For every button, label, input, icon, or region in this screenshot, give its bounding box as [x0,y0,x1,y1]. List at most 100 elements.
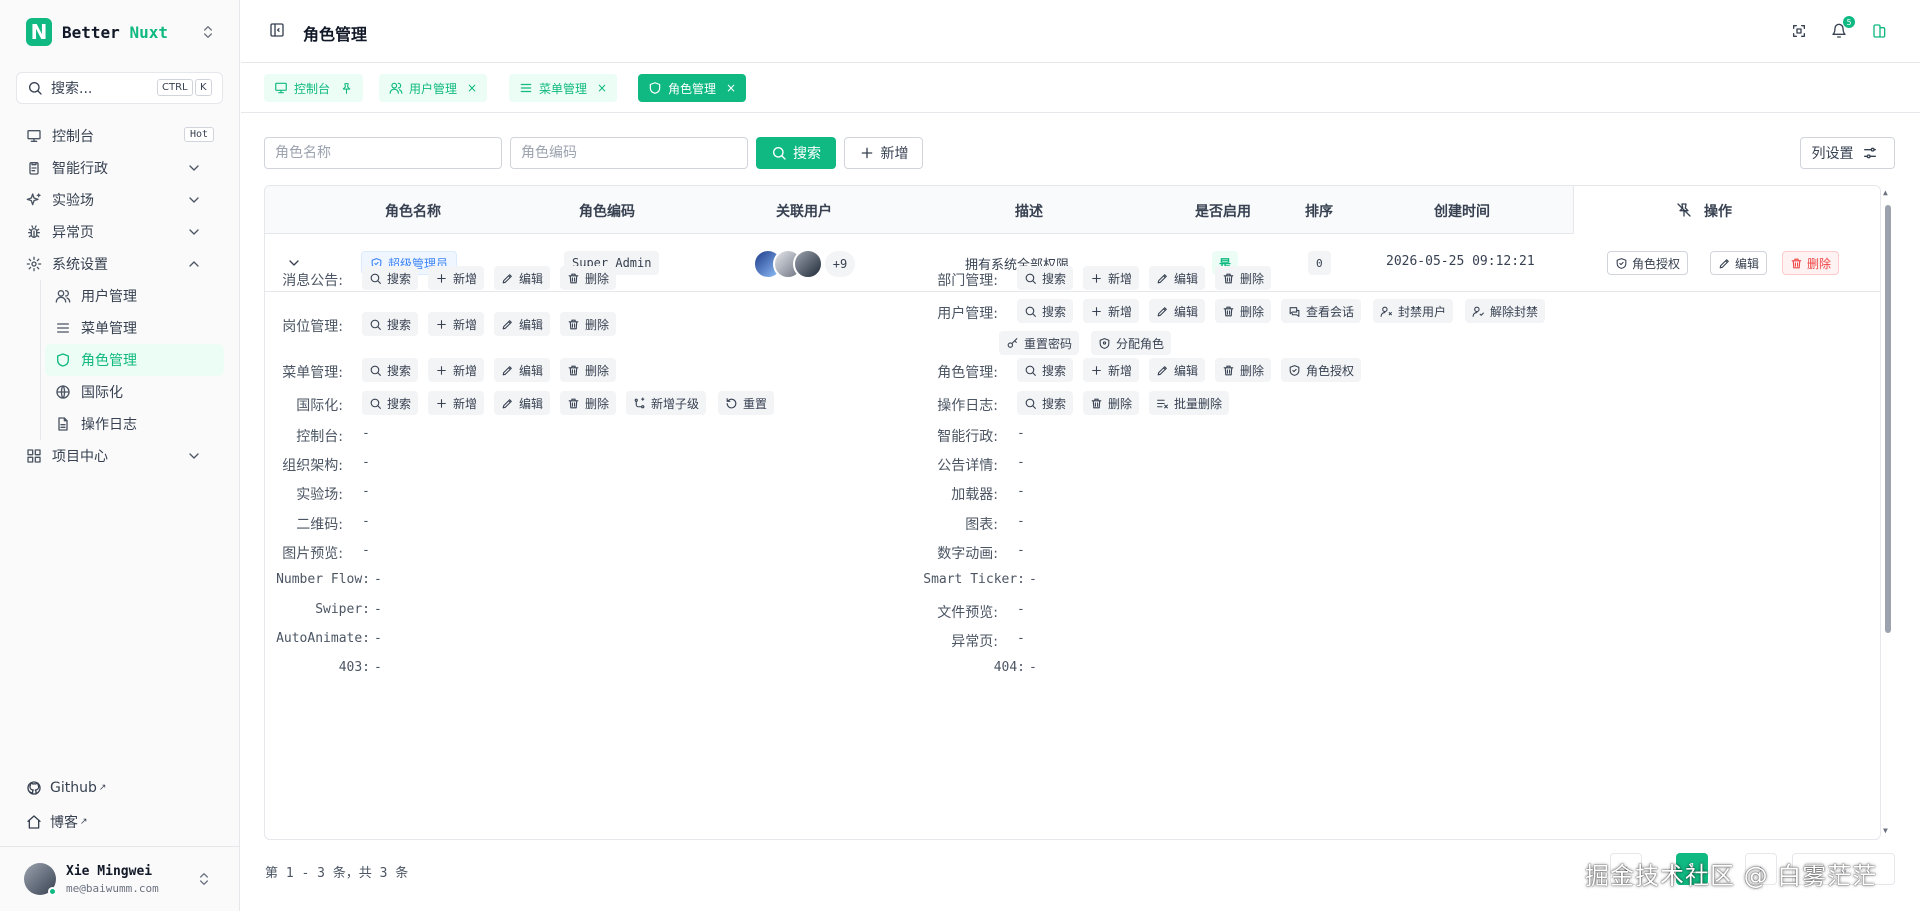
sidebar-item-logs[interactable]: 操作日志 [45,408,224,440]
tab-dashboard[interactable]: 控制台 [264,74,364,102]
perm-module-label: 二维码: [296,517,343,533]
brand-switcher[interactable]: N Better Nuxt [14,14,226,50]
git-branch-icon [633,397,646,410]
file-text-icon [55,416,71,432]
shield-check-icon [1288,364,1301,377]
tab-menus[interactable]: 菜单管理 × [509,74,618,102]
sidebar-item-dashboard[interactable]: 控制台 Hot [16,120,224,152]
sidebar-item-menus[interactable]: 菜单管理 [45,312,224,344]
user-card[interactable]: Xie Mingwei me@baiwumm.com [0,846,240,911]
scroll-down-arrow[interactable]: ▼ [1883,826,1888,835]
close-icon[interactable]: × [467,81,477,95]
role-name-input[interactable] [264,137,502,169]
close-icon[interactable]: × [597,81,607,95]
scrollbar-thumb[interactable] [1885,205,1891,633]
trash-icon [567,272,580,285]
search-icon [369,272,382,285]
search-button[interactable]: 搜索 [756,137,836,169]
role-code-input[interactable] [510,137,748,169]
pin-icon[interactable] [340,82,353,95]
delete-button[interactable]: 删除 [1782,251,1840,275]
perm-chip-unban-user: 解除封禁 [1465,299,1546,323]
tab-label: 菜单管理 [539,81,588,96]
trash-icon [1222,305,1235,318]
search-icon [369,397,382,410]
tab-users[interactable]: 用户管理 × [379,74,488,102]
perm-chip-add: 新增 [428,312,485,336]
chevron-down-icon [186,160,202,176]
perm-module-label: 角色管理: [937,365,998,381]
sidebar-item-admin[interactable]: 智能行政 [16,152,224,184]
th-role-code: 角色编码 [579,204,635,220]
add-button-label: 新增 [880,146,909,162]
perm-chip-delete: 删除 [1083,391,1140,415]
perm-module-label: 403: [338,660,370,675]
column-settings-button[interactable]: 列设置 [1800,137,1895,169]
search-icon [771,145,787,161]
external-link-icon: ↗ [98,783,107,793]
sidebar-item-label: 用户管理 [81,289,137,305]
gear-icon [26,256,42,272]
pencil-icon [1156,305,1169,318]
pencil-icon [501,397,514,410]
search-button-label: 搜索 [793,146,821,162]
pin-off-icon[interactable] [1676,202,1692,218]
search-icon [369,318,382,331]
scroll-up-arrow[interactable]: ▲ [1883,188,1888,197]
home-icon [26,814,42,830]
pagination-summary: 第 1 - 3 条，共 3 条 [265,866,409,881]
perm-module-label: 消息公告: [282,273,343,289]
tab-roles[interactable]: 角色管理 × [638,74,747,102]
sidebar-search[interactable]: 搜索... CTRL K [16,72,223,104]
sidebar-item-lab[interactable]: 实验场 [16,184,224,216]
github-link[interactable]: Github ↗ [26,780,106,796]
sidebar-item-roles[interactable]: 角色管理 [45,344,224,376]
perm-chip-add: 新增 [1083,266,1140,290]
sidebar-item-settings[interactable]: 系统设置 [16,248,224,280]
perm-module-label: 加载器: [951,487,998,503]
perm-module-label: 部门管理: [937,273,998,289]
perm-empty: - [1017,602,1025,617]
perm-module-label: Smart Ticker: [923,572,1025,587]
bug-icon [26,224,42,240]
sidebar-item-label: 角色管理 [81,353,137,369]
sidebar-item-users[interactable]: 用户管理 [45,280,224,312]
authorize-button[interactable]: 角色授权 [1607,251,1689,275]
github-icon [26,780,42,796]
sidebar-item-exception[interactable]: 异常页 [16,216,224,248]
sidebar-item-label: 项目中心 [52,449,108,465]
perm-module-label: 实验场: [296,487,343,503]
th-users: 关联用户 [776,204,832,220]
list-x-icon [1156,397,1169,410]
trash-icon [1790,257,1803,270]
associated-users[interactable]: +9 [753,248,857,280]
sidebar-item-i18n[interactable]: 国际化 [45,376,224,408]
th-desc: 描述 [1015,204,1043,220]
perm-chip-view-sessions: 查看会话 [1281,299,1362,323]
theme-icon[interactable] [1872,23,1888,39]
sidebar-item-projects[interactable]: 项目中心 [16,440,224,472]
panel-left-icon[interactable] [269,22,285,38]
external-link-icon: ↗ [80,817,88,827]
th-sort: 排序 [1305,204,1333,220]
edit-button[interactable]: 编辑 [1710,251,1768,275]
fullscreen-icon[interactable] [1791,23,1807,39]
rotate-icon [725,397,738,410]
watermark: 掘金技术社区 @ 白雾茫茫 [1585,862,1878,890]
chevron-up-icon [186,256,202,272]
delete-label: 删除 [1807,256,1832,271]
search-icon [1024,364,1037,377]
perm-chip-edit: 编辑 [494,358,551,382]
perm-chip-edit: 编辑 [1149,266,1206,290]
shield-check-icon [1615,257,1628,270]
chevron-down-icon[interactable] [286,255,302,271]
perm-chip-delete: 删除 [1215,299,1272,323]
close-icon[interactable]: × [726,81,736,95]
add-button[interactable]: 新增 [844,137,923,169]
perm-chip-delete: 删除 [560,391,617,415]
blog-link[interactable]: 博客 ↗ [26,812,88,832]
perm-chip-delete: 删除 [560,312,617,336]
plus-icon [1090,272,1103,285]
hot-badge: Hot [183,127,214,142]
perm-module-label: 404: [993,660,1025,675]
